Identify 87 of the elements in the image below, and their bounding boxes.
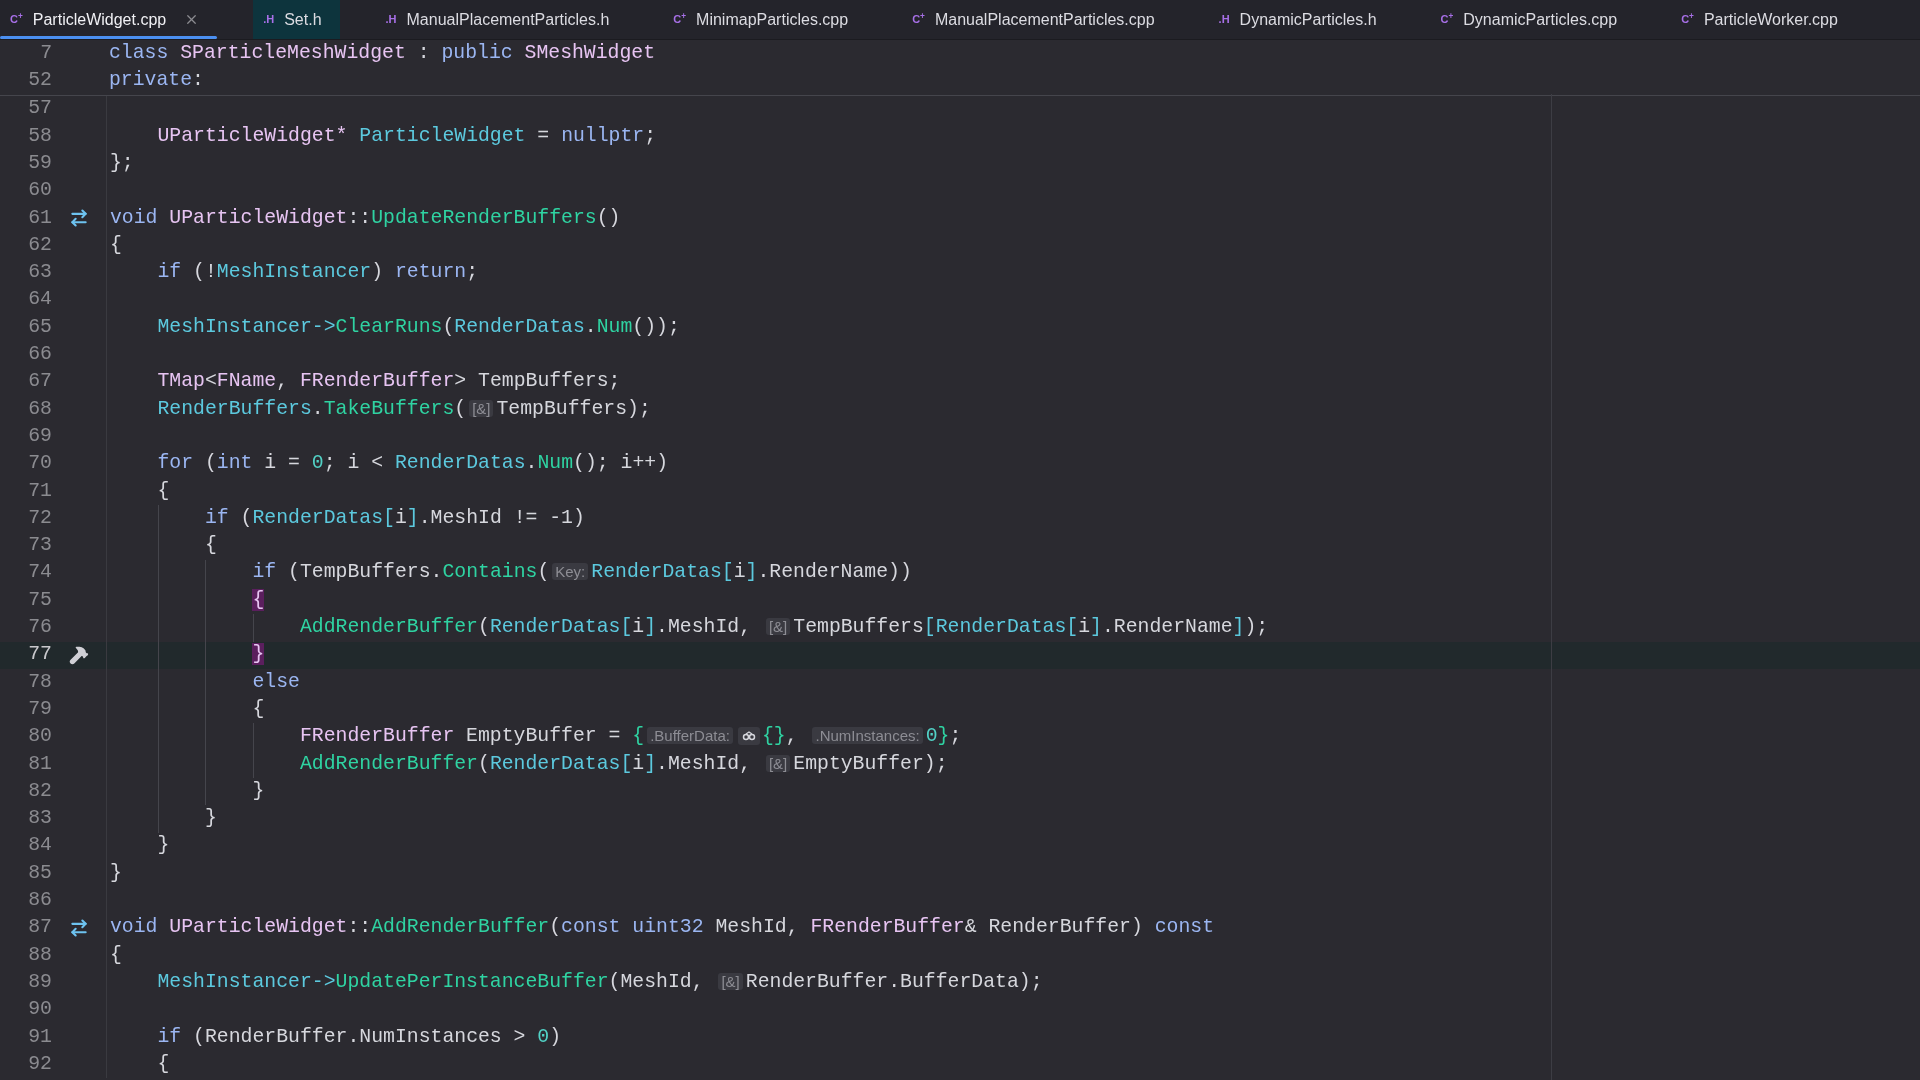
file-type-label: C$^{+}$ bbox=[673, 11, 687, 28]
code-line: if (RenderBuffer.NumInstances > 0) bbox=[156, 1024, 562, 1050]
line-number: 60 bbox=[27, 178, 52, 204]
code-line: if (TempBuffers.Contains( Key: RenderDatas[i].RenderName)) bbox=[251, 560, 912, 586]
line-number: 63 bbox=[27, 260, 52, 286]
line-number: 76 bbox=[27, 615, 52, 641]
line-number: 77 bbox=[27, 642, 52, 668]
line-number: 69 bbox=[27, 423, 52, 449]
line-number: 74 bbox=[27, 560, 52, 586]
file-type-label: .H bbox=[1218, 12, 1230, 28]
editor-tab[interactable]: C$^{+}$ DynamicParticles.cpp bbox=[1430, 0, 1636, 39]
code-line: else bbox=[251, 669, 300, 695]
line-number: 52 bbox=[27, 68, 52, 94]
line-number: 86 bbox=[27, 888, 52, 913]
line-number: 62 bbox=[27, 232, 52, 258]
editor-tab[interactable]: C$^{+}$ ParticleWorker.cpp bbox=[1671, 0, 1856, 39]
code-line: UParticleWidget* ParticleWidget = nullptr; bbox=[156, 123, 657, 149]
code-line: FRenderBuffer EmptyBuffer = { .BufferData: {}, .NumInstances: 0}; bbox=[298, 724, 962, 750]
code-line: AddRenderBuffer(RenderDatas[i].MeshId, [&] EmptyBuffer); bbox=[298, 751, 948, 777]
line-number: 79 bbox=[27, 696, 52, 722]
line-number: 75 bbox=[27, 587, 52, 613]
line-number: 89 bbox=[27, 969, 52, 995]
code-line: } bbox=[203, 806, 217, 832]
file-type-label: C$^{+}$ bbox=[10, 11, 23, 28]
file-type-label: .H bbox=[263, 12, 275, 28]
code-line: void UParticleWidget::AddRenderBuffer(const uint32 MeshId, FRenderBuffer& RenderBuffer) const bbox=[110, 915, 1215, 941]
code-line: class SParticleMeshWidget : public SMeshWidget bbox=[109, 40, 656, 66]
line-number: 61 bbox=[27, 205, 52, 231]
line-number: 66 bbox=[27, 342, 52, 368]
code-line: private: bbox=[109, 68, 204, 94]
code-line: { bbox=[156, 1051, 170, 1077]
code-line: void UParticleWidget::UpdateRenderBuffers() bbox=[110, 205, 621, 231]
line-number: 73 bbox=[27, 533, 52, 559]
editor-tab[interactable]: .H ManualPlacementParticles.h bbox=[375, 0, 628, 39]
code-line: { bbox=[110, 232, 122, 258]
line-number: 64 bbox=[27, 287, 52, 313]
line-number: 87 bbox=[27, 915, 52, 941]
line-number: 70 bbox=[27, 451, 52, 477]
editor-tab[interactable]: C$^{+}$ ParticleWidget.cpp bbox=[0, 0, 218, 39]
code-line: }; bbox=[110, 151, 134, 176]
swap-icon[interactable] bbox=[69, 918, 89, 939]
line-number: 91 bbox=[27, 1024, 52, 1050]
editor-tab[interactable]: C$^{+}$ ManualPlacementParticles.cpp bbox=[902, 0, 1173, 39]
line-number: 85 bbox=[27, 860, 52, 886]
line-number: 72 bbox=[27, 505, 52, 531]
file-type-label: .H bbox=[385, 12, 397, 28]
code-line: } bbox=[251, 778, 265, 804]
code-line: RenderBuffers.TakeBuffers( [&] TempBuffers); bbox=[156, 396, 651, 422]
link-icon bbox=[737, 727, 760, 745]
line-number: 7 bbox=[39, 40, 52, 66]
file-type-label: C$^{+}$ bbox=[912, 11, 925, 28]
editor-tab[interactable]: .H Set.h bbox=[253, 0, 340, 39]
line-number: 80 bbox=[27, 724, 52, 750]
file-type-label: C$^{+}$ bbox=[1440, 11, 1454, 28]
code-line: MeshInstancer->UpdatePerInstanceBuffer(MeshId, [&] RenderBuffer.BufferData); bbox=[156, 969, 1043, 995]
line-number: 82 bbox=[27, 778, 52, 804]
code-line: AddRenderBuffer(RenderDatas[i].MeshId, [&] TempBuffers[RenderDatas[i].RenderName]); bbox=[298, 615, 1269, 641]
line-number: 90 bbox=[27, 997, 52, 1023]
code-line: MeshInstancer->ClearRuns(RenderDatas.Num()); bbox=[156, 314, 680, 340]
swap-icon[interactable] bbox=[69, 208, 89, 229]
file-type-label: C$^{+}$ bbox=[1681, 11, 1694, 28]
code-line: { bbox=[110, 942, 122, 968]
line-number: 88 bbox=[27, 942, 52, 968]
code-line: TMap<FName, FRenderBuffer> TempBuffers; bbox=[156, 369, 621, 395]
editor-tab[interactable]: C$^{+}$ MinimapParticles.cpp bbox=[663, 0, 867, 39]
line-number: 84 bbox=[27, 833, 52, 859]
hammer-icon[interactable] bbox=[69, 645, 89, 666]
code-line: } bbox=[110, 860, 122, 886]
line-number: 71 bbox=[27, 478, 52, 504]
line-number: 92 bbox=[27, 1051, 52, 1077]
line-number: 68 bbox=[27, 396, 52, 422]
line-number: 81 bbox=[27, 751, 52, 777]
code-line: { bbox=[203, 533, 217, 559]
code-line: if (!MeshInstancer) return; bbox=[156, 260, 479, 286]
line-number: 65 bbox=[27, 314, 52, 340]
code-line: if (RenderDatas[i].MeshId != -1) bbox=[203, 505, 585, 531]
line-number: 78 bbox=[27, 669, 52, 695]
line-number: 57 bbox=[27, 96, 52, 122]
code-line: { bbox=[251, 696, 265, 722]
line-number: 67 bbox=[27, 369, 52, 395]
line-number: 59 bbox=[27, 151, 52, 176]
code-line: } bbox=[156, 833, 170, 859]
line-number: 58 bbox=[27, 123, 52, 149]
editor-tab[interactable]: .H DynamicParticles.h bbox=[1208, 0, 1395, 39]
code-line: for (int i = 0; i < RenderDatas.Num(); i++) bbox=[156, 451, 668, 477]
code-line: { bbox=[156, 478, 170, 504]
line-number: 83 bbox=[27, 806, 52, 832]
